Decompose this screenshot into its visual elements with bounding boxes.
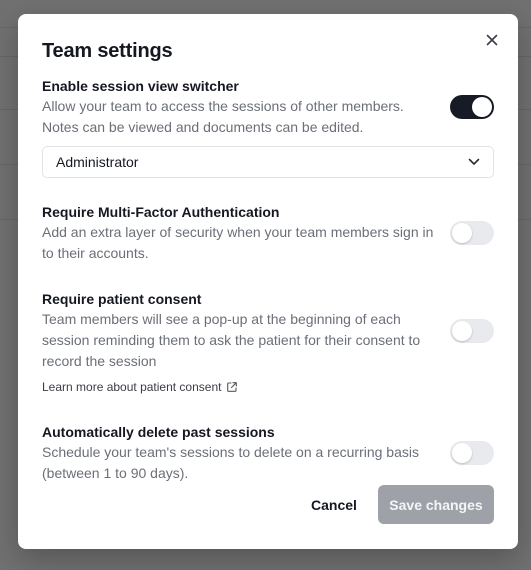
toggle-knob [452, 443, 472, 463]
auto-delete-toggle[interactable] [450, 441, 494, 465]
dialog-title: Team settings [42, 40, 173, 62]
auto-delete-title: Automatically delete past sessions [42, 424, 275, 440]
mfa-title: Require Multi-Factor Authentication [42, 204, 280, 220]
toggle-knob [472, 97, 492, 117]
auto-delete-section: Automatically delete past sessions Sched… [42, 422, 494, 484]
session-switcher-description: Allow your team to access the sessions o… [42, 98, 404, 135]
auto-delete-description: Schedule your team's sessions to delete … [42, 444, 419, 481]
team-settings-dialog: Team settings Enable session view switch… [18, 14, 518, 549]
role-select-value: Administrator [56, 154, 139, 170]
patient-consent-section: Require patient consent Team members wil… [42, 289, 494, 396]
save-changes-button[interactable]: Save changes [378, 485, 494, 524]
toggle-knob [452, 223, 472, 243]
external-link-icon [227, 382, 238, 392]
mfa-description: Add an extra layer of security when your… [42, 224, 434, 261]
mfa-section: Require Multi-Factor Authentication Add … [42, 202, 494, 264]
role-select[interactable]: Administrator [42, 146, 494, 178]
patient-consent-toggle[interactable] [450, 319, 494, 343]
session-switcher-title: Enable session view switcher [42, 78, 239, 94]
session-switcher-section: Enable session view switcher Allow your … [42, 76, 494, 138]
toggle-knob [452, 321, 472, 341]
learn-more-label: Learn more about patient consent [42, 380, 222, 394]
session-switcher-toggle[interactable] [450, 95, 494, 119]
chevron-down-icon [468, 158, 480, 165]
patient-consent-title: Require patient consent [42, 291, 202, 307]
cancel-button[interactable]: Cancel [298, 486, 370, 524]
close-icon [486, 34, 498, 46]
close-button[interactable] [480, 28, 504, 52]
learn-more-link[interactable]: Learn more about patient consent [42, 380, 238, 394]
mfa-toggle[interactable] [450, 221, 494, 245]
patient-consent-description: Team members will see a pop-up at the be… [42, 311, 421, 369]
